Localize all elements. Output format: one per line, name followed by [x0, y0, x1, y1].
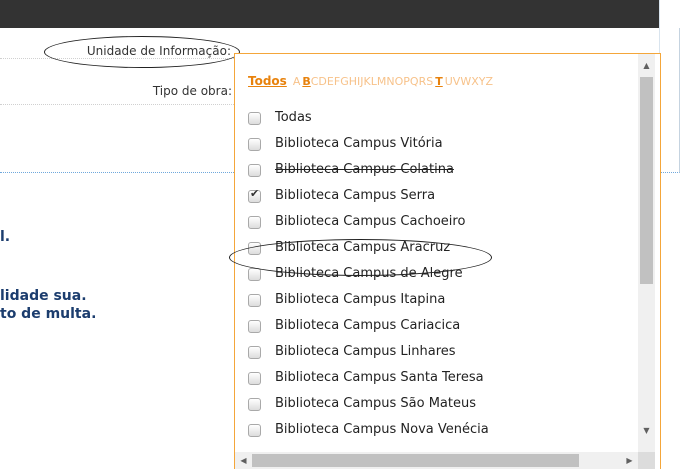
annotation-ellipse	[44, 36, 240, 68]
option-checkbox[interactable]	[248, 424, 261, 437]
unidade-dropdown[interactable]: Todos A BCDEFGHIJKLMNOPQRS T UVWXYZ Todas Bib…	[229, 53, 661, 469]
filter-letter-m[interactable]: M	[377, 75, 387, 88]
list-item[interactable]: Biblioteca Campus São Mateus	[235, 396, 635, 422]
scrollbar-corner	[638, 452, 655, 469]
option-label: Biblioteca Campus Colatina	[275, 162, 454, 177]
option-checkbox[interactable]	[248, 294, 261, 307]
vertical-scrollbar[interactable]: ▲ ▼	[638, 54, 655, 452]
option-label: Biblioteca Campus Cachoeiro	[275, 214, 466, 229]
alphabet-filter: Todos A BCDEFGHIJKLMNOPQRS T UVWXYZ	[248, 74, 493, 88]
filter-letter-o[interactable]: O	[395, 75, 404, 88]
list-item[interactable]: Todas	[235, 110, 635, 136]
option-checkbox[interactable]	[248, 164, 261, 177]
option-label: Biblioteca Campus Linhares	[275, 344, 456, 359]
filter-letter-q[interactable]: Q	[410, 75, 419, 88]
filter-letter-w[interactable]: W	[460, 75, 471, 88]
horizontal-scrollbar[interactable]: ◀ ▶	[235, 452, 638, 469]
option-checkbox[interactable]	[248, 268, 261, 281]
filter-letter-a[interactable]: A	[293, 75, 301, 88]
filter-letter-p[interactable]: P	[403, 75, 410, 88]
filter-letter-d[interactable]: D	[318, 75, 326, 88]
filter-letter-n[interactable]: N	[386, 75, 394, 88]
background-text: lidade sua.	[0, 288, 87, 304]
filter-letter-t[interactable]: T	[435, 75, 443, 88]
row-divider	[0, 104, 240, 105]
list-item[interactable]: Biblioteca Campus Linhares	[235, 344, 635, 370]
option-label: Biblioteca Campus Serra	[275, 188, 436, 203]
filter-letter-z[interactable]: Z	[486, 75, 494, 88]
option-checkbox[interactable]	[248, 112, 261, 125]
list-item[interactable]: Biblioteca Campus Vitória	[235, 136, 635, 162]
option-checkbox[interactable]	[248, 138, 261, 151]
scroll-down-icon[interactable]: ▼	[638, 422, 655, 439]
background-text: to de multa.	[0, 306, 97, 322]
list-item[interactable]: Biblioteca Campus Cachoeiro	[235, 214, 635, 240]
option-label: Biblioteca Campus São Mateus	[275, 396, 476, 411]
filter-letter-u[interactable]: U	[445, 75, 453, 88]
option-label: Biblioteca Campus Santa Teresa	[275, 370, 484, 385]
option-label: Biblioteca Campus Cariacica	[275, 318, 461, 333]
filter-letter-g[interactable]: G	[340, 75, 349, 88]
list-item[interactable]: Biblioteca Campus Serra	[235, 187, 635, 214]
filter-letter-h[interactable]: H	[349, 75, 357, 88]
annotation-ellipse	[229, 239, 492, 276]
option-checkbox[interactable]	[248, 320, 261, 333]
filter-letter-y[interactable]: Y	[479, 75, 486, 88]
top-bar	[0, 0, 659, 28]
option-checkbox[interactable]	[248, 216, 261, 229]
option-label: Biblioteca Campus Nova Venécia	[275, 422, 489, 437]
horizontal-scroll-thumb[interactable]	[252, 454, 579, 467]
option-checkbox[interactable]	[248, 372, 261, 385]
tipo-obra-label: Tipo de obra:	[152, 84, 232, 98]
option-label: Biblioteca Campus Vitória	[275, 136, 443, 151]
option-label: Biblioteca Campus Itapina	[275, 292, 446, 307]
scroll-left-icon[interactable]: ◀	[235, 452, 252, 469]
filter-todos-link[interactable]: Todos	[248, 74, 287, 88]
option-checkbox[interactable]	[248, 187, 261, 203]
vertical-scroll-thumb[interactable]	[640, 77, 653, 284]
option-label: Todas	[275, 110, 312, 125]
filter-letter-x[interactable]: X	[471, 75, 479, 88]
list-item[interactable]: Biblioteca Campus Itapina	[235, 292, 635, 318]
list-item[interactable]: Biblioteca Campus Santa Teresa	[235, 370, 635, 396]
filter-letter-e[interactable]: E	[327, 75, 334, 88]
option-checkbox[interactable]	[248, 346, 261, 359]
list-item[interactable]: Biblioteca Campus Nova Venécia	[235, 422, 635, 448]
scroll-right-icon[interactable]: ▶	[621, 452, 638, 469]
background-text: l.	[0, 229, 11, 245]
filter-letter-k[interactable]: K	[364, 75, 371, 88]
filter-letter-s[interactable]: S	[426, 75, 433, 88]
scroll-up-icon[interactable]: ▲	[638, 57, 655, 74]
list-item[interactable]: Biblioteca Campus Colatina	[235, 162, 635, 188]
option-checkbox[interactable]	[248, 398, 261, 411]
filter-letter-b[interactable]: B	[302, 75, 310, 88]
list-item[interactable]: Biblioteca Campus Cariacica	[235, 318, 635, 344]
